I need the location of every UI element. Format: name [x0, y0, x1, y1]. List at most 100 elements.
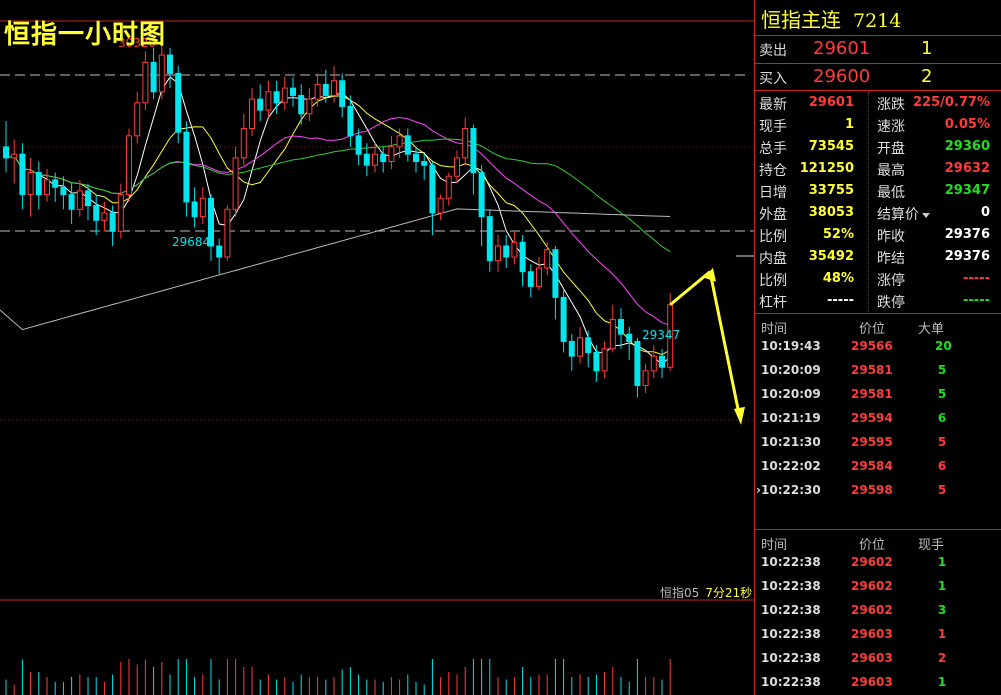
stat-value: -----: [963, 293, 990, 308]
ma10-line: [5, 95, 671, 356]
trade-volume: 5: [937, 483, 947, 497]
candle-body: [281, 87, 288, 104]
trade-row[interactable]: 10:22:38 29602 1: [755, 551, 1001, 575]
candle-body: [240, 127, 247, 159]
stat-value: 29632: [944, 161, 990, 176]
volume-bars: [5, 659, 671, 695]
trade-time: 10:20:09: [761, 363, 821, 377]
candle-body: [429, 164, 436, 214]
candle-body: [85, 190, 91, 207]
candle-body: [618, 318, 624, 335]
candle-body: [306, 98, 313, 115]
candle-body: [585, 337, 592, 353]
stat-value: 29360: [944, 139, 990, 154]
big-trades-header: 时间 价位 大单: [755, 316, 1001, 337]
instrument-code: 7214: [853, 10, 902, 32]
sell-label: 卖出: [759, 43, 787, 59]
stat-label: 比例: [759, 229, 787, 245]
stat-label: 杠杆: [759, 295, 787, 311]
stat-row: 外盘 38053 结算价 0: [755, 202, 1001, 224]
trade-time: 10:22:38: [761, 603, 821, 617]
trade-volume: 5: [937, 387, 947, 401]
trade-volume: 5: [937, 363, 947, 377]
ma120-line: [0, 208, 671, 331]
candle-body: [126, 135, 132, 196]
stat-label: 跌停: [877, 295, 905, 311]
trade-price: 29566: [851, 339, 893, 353]
stat-value: 52%: [822, 227, 854, 242]
trade-row[interactable]: 10:20:09 29581 5: [755, 359, 1001, 383]
stat-label: 涨停: [877, 273, 905, 289]
trade-time: 10:21:30: [761, 435, 821, 449]
candle-body: [117, 194, 124, 232]
stat-value: -----: [827, 293, 854, 308]
candle-body: [511, 241, 518, 258]
stat-value: 29347: [944, 183, 990, 198]
candle-body: [191, 201, 198, 218]
trade-row[interactable]: 10:22:38 29603 1: [755, 671, 1001, 695]
candle-body: [609, 318, 616, 350]
trade-price: 29602: [851, 579, 893, 593]
stat-label: 速涨: [877, 119, 905, 135]
stat-label: 最低: [877, 185, 905, 201]
trade-volume: 20: [935, 339, 952, 353]
trade-price: 29603: [851, 651, 893, 665]
trade-row[interactable]: 10:22:38 29603 2: [755, 647, 1001, 671]
kline-chart[interactable]: 303202968429347: [0, 0, 754, 695]
candle-body: [593, 351, 600, 372]
arrow-head-icon: [734, 406, 745, 425]
buy-label: 买入: [759, 71, 787, 87]
buy-volume: 2: [921, 66, 933, 87]
trade-row[interactable]: 10:22:38 29602 1: [755, 575, 1001, 599]
stat-label: 最新: [759, 97, 787, 113]
candle-body: [331, 80, 337, 96]
stat-label: 内盘: [759, 251, 787, 267]
stat-label: 结算价: [877, 204, 930, 224]
stat-value: 33755: [808, 183, 854, 198]
stat-label: 昨结: [877, 251, 905, 267]
chart-area[interactable]: 30320 29684 29347 恒指一小时图 恒指05 7分21秒: [0, 0, 754, 695]
candle-body: [158, 54, 165, 93]
stat-value: 1: [844, 117, 854, 132]
trade-row[interactable]: 10:21:30 29595 5: [755, 431, 1001, 455]
buy-row[interactable]: 买入 29600 2: [755, 65, 1001, 91]
stat-value: 73545: [808, 139, 854, 154]
grid-layer: [0, 20, 754, 601]
trade-row[interactable]: 10:19:43 29566 20: [755, 335, 1001, 359]
trade-price: 29595: [851, 435, 893, 449]
candle-body: [44, 179, 50, 196]
stat-value: 0: [980, 205, 990, 220]
trade-row[interactable]: 10:22:38 29602 3: [755, 599, 1001, 623]
trade-volume: 2: [937, 651, 947, 665]
trade-row[interactable]: 10:22:02 29584 6: [755, 455, 1001, 479]
candle-body: [503, 245, 510, 258]
dropdown-icon[interactable]: [922, 212, 930, 218]
trade-row[interactable]: 10:20:09 29581 5: [755, 383, 1001, 407]
stat-row: 比例 48% 涨停 -----: [755, 268, 1001, 290]
instrument-name: 恒指主连: [761, 8, 841, 32]
stat-label: 昨收: [877, 229, 905, 245]
sell-row[interactable]: 卖出 29601 1: [755, 37, 1001, 63]
trade-time: 10:22:30: [761, 483, 821, 497]
projection-down-arrow: [708, 271, 742, 420]
trade-row[interactable]: 10:21:19 29594 6: [755, 407, 1001, 431]
trade-time: 10:22:38: [761, 627, 821, 641]
stat-row: 日增 33755 最低 29347: [755, 180, 1001, 202]
trade-volume: 6: [937, 411, 947, 425]
trade-row[interactable]: › 10:22:30 29598 5: [755, 479, 1001, 503]
candle-body: [93, 205, 100, 221]
stat-label: 持仓: [759, 163, 787, 179]
candle-body: [659, 355, 665, 368]
candle-body: [347, 105, 354, 137]
candle-body: [27, 172, 34, 196]
stat-value: 48%: [822, 271, 854, 286]
footer-symbol: 恒指05: [660, 586, 700, 600]
buy-price: 29600: [813, 66, 871, 87]
trade-time: 10:20:09: [761, 387, 821, 401]
trade-row[interactable]: 10:22:38 29603 1: [755, 623, 1001, 647]
candle-body: [142, 61, 149, 104]
candle-body: [536, 267, 542, 287]
low-label: 29684: [172, 235, 210, 249]
trade-volume: 1: [937, 675, 947, 689]
stat-row: 最新 29601 涨跌 225/0.77%: [755, 92, 1001, 114]
